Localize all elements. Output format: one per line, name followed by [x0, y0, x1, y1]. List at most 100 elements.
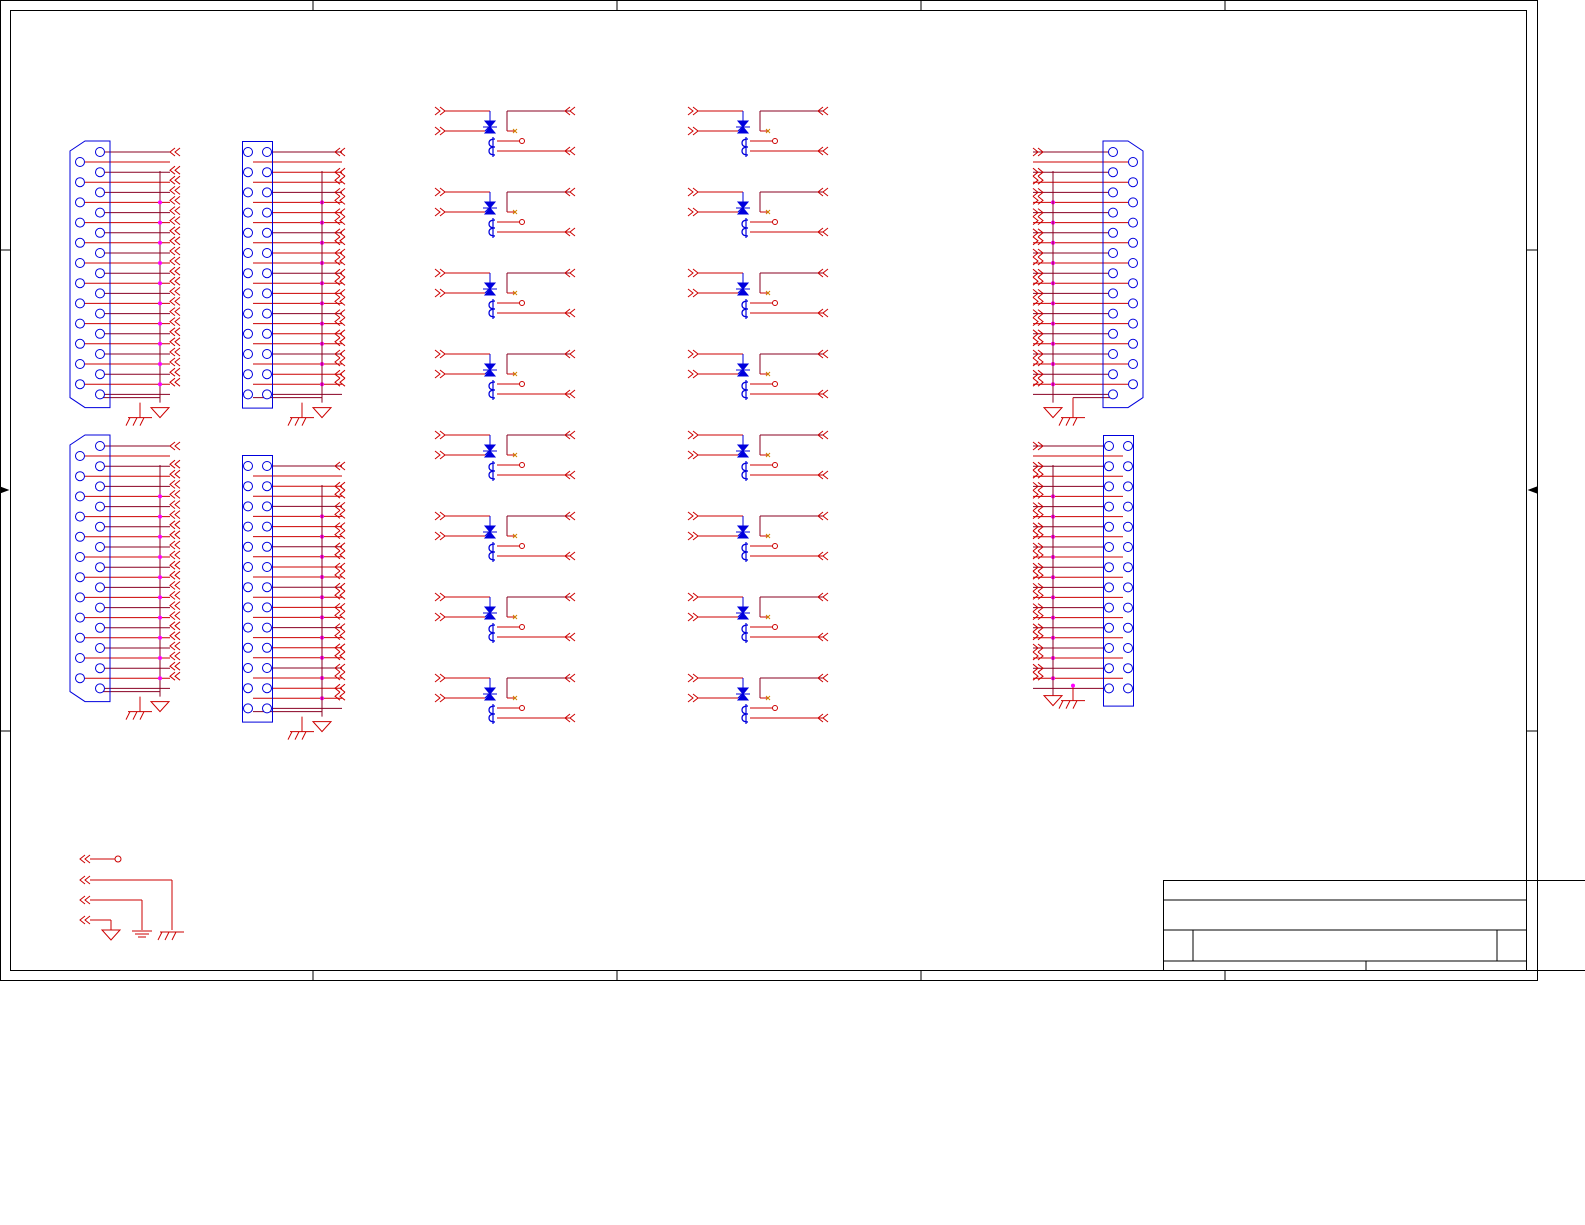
- offpage-out-icon: [169, 246, 181, 256]
- connector-pin: [243, 248, 253, 258]
- offpage-in-icon: [687, 106, 699, 116]
- offpage-out-icon: [334, 489, 346, 499]
- connector-pin: [95, 622, 105, 633]
- ground-icon: [1042, 695, 1064, 707]
- connector-pin: [1128, 217, 1138, 228]
- connector-pin: [75, 653, 85, 663]
- relay-coil: [488, 218, 496, 238]
- connector-pin: [75, 673, 85, 684]
- offpage-in-icon: [1032, 631, 1044, 641]
- offpage-in-icon: [434, 268, 446, 278]
- relay-contact: [736, 282, 750, 290]
- relay-coil: [741, 704, 749, 724]
- offpage-out-icon: [169, 367, 181, 377]
- junction-dot: [158, 362, 162, 366]
- connector-pin: [262, 369, 272, 380]
- offpage-in-icon: [1032, 671, 1044, 681]
- chassis-ground-icon: [125, 711, 131, 720]
- connector-pin: [243, 461, 253, 471]
- connector-pin: [95, 147, 105, 157]
- offpage-in-icon: [687, 126, 699, 136]
- offpage-in-icon: [687, 430, 699, 440]
- chassis-ground-icon: [1065, 417, 1071, 426]
- connector-pin: [262, 521, 272, 532]
- offpage-out-icon: [169, 611, 181, 620]
- connector-pin: [75, 491, 85, 502]
- relay-coil: [488, 461, 496, 481]
- chassis-ground-icon: [164, 931, 170, 941]
- offpage-out-icon: [334, 276, 346, 286]
- test-point: [114, 855, 122, 863]
- connector-pin: [1108, 147, 1118, 157]
- offpage-in-icon: [687, 673, 699, 683]
- offpage-in-icon: [434, 187, 446, 197]
- connector-pin: [1104, 521, 1114, 532]
- relay-contact: [736, 687, 750, 695]
- junction-dot: [158, 514, 162, 519]
- power-symbols: [79, 854, 184, 941]
- connector-pin: [1123, 663, 1133, 674]
- connector-pin: [95, 542, 105, 552]
- offpage-out-icon: [334, 530, 346, 539]
- connector-pin: [1104, 481, 1114, 492]
- connector-pin: [262, 328, 272, 339]
- connector-pin: [95, 167, 105, 178]
- relay-a-6-wires: [434, 511, 576, 561]
- offpage-in-icon: [434, 288, 446, 298]
- offpage-out-icon: [79, 854, 91, 864]
- offpage-out-icon: [169, 337, 181, 347]
- offpage-out-icon: [169, 459, 181, 469]
- test-point: [519, 138, 525, 144]
- test-point: [772, 462, 778, 468]
- chassis-ground-icon: [1072, 700, 1078, 709]
- relay-coil: [741, 380, 749, 400]
- relay-a-5-wires: [434, 430, 576, 480]
- connector-pin: [262, 389, 272, 400]
- connector-pin: [95, 481, 105, 492]
- connector-db25-2: [69, 434, 111, 703]
- connector-pin: [95, 268, 105, 279]
- offpage-out-icon: [169, 206, 181, 215]
- offpage-in-icon: [1032, 570, 1044, 580]
- connector-pin: [95, 227, 105, 238]
- offpage-in-icon: [1032, 297, 1044, 306]
- connector-pin: [75, 359, 85, 369]
- relay-contact: [736, 363, 750, 371]
- relay-a-2: [483, 201, 497, 238]
- offpage-out-icon: [169, 671, 181, 681]
- test-point: [519, 705, 525, 711]
- relay-coil: [488, 380, 496, 400]
- connector-pin: [262, 248, 272, 258]
- connector-pin: [1108, 328, 1118, 339]
- relay-contact: [736, 201, 750, 209]
- chassis-ground-icon: [287, 417, 293, 426]
- relay-b-2: [736, 201, 750, 238]
- offpage-in-icon: [687, 349, 699, 359]
- connector-pin: [1123, 683, 1133, 694]
- connector-pin: [1104, 602, 1114, 613]
- connector-pin: [75, 451, 85, 461]
- connector-pin: [75, 379, 85, 390]
- offpage-out-icon: [169, 480, 181, 489]
- offpage-out-icon: [169, 500, 181, 509]
- offpage-in-icon: [1032, 317, 1044, 326]
- offpage-in-icon: [1032, 337, 1044, 347]
- relay-b-2-wires: [687, 187, 829, 237]
- offpage-out-icon: [334, 590, 346, 600]
- relay-b-1: [736, 120, 750, 157]
- relay-coil: [488, 704, 496, 724]
- relay-contact: [483, 444, 497, 452]
- offpage-in-icon: [687, 268, 699, 278]
- connector-pin: [1128, 359, 1138, 369]
- relay-a-2-wires: [434, 187, 576, 237]
- connector-pin: [1123, 461, 1133, 472]
- connector-pin: [95, 389, 105, 400]
- offpage-out-icon: [334, 175, 346, 185]
- relay-a-8: [483, 687, 497, 724]
- offpage-out-icon: [334, 631, 346, 640]
- relay-coil: [741, 299, 749, 319]
- connector-pin: [1108, 308, 1118, 319]
- connector-pin: [262, 642, 272, 653]
- relay-coil: [488, 137, 496, 157]
- chassis-ground-icon: [157, 931, 163, 941]
